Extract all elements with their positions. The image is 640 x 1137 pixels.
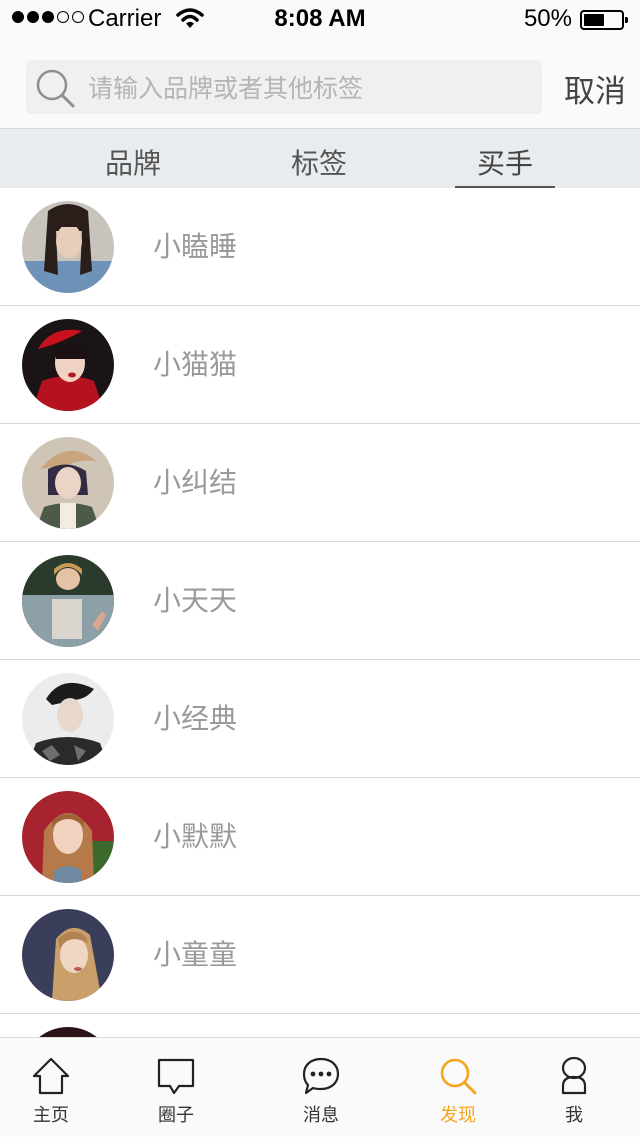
search-box[interactable]	[26, 60, 542, 116]
buyer-list: 小瞌睡 小猫猫 小纠结 小天天 小经典 小默默 小童童	[0, 188, 640, 1037]
list-item[interactable]: 小猫猫	[0, 306, 640, 424]
avatar	[22, 1027, 114, 1037]
avatar	[22, 555, 114, 647]
tab-brand[interactable]: 品牌	[83, 129, 183, 188]
tabbar-me[interactable]: 我	[524, 1038, 624, 1137]
battery-percentage: 50%	[523, 5, 572, 32]
search-input[interactable]	[86, 60, 530, 116]
list-item[interactable]: 小默默	[0, 778, 640, 896]
list-item[interactable]: 小纠结	[0, 424, 640, 542]
avatar	[22, 909, 114, 1001]
buyer-name: 小纠结	[153, 466, 238, 499]
category-tabs: 品牌 标签 买手	[0, 129, 640, 188]
avatar	[22, 673, 114, 765]
tabbar-messages[interactable]: 消息	[271, 1038, 371, 1137]
tabbar-discover[interactable]: 发现	[408, 1038, 508, 1137]
avatar	[22, 791, 114, 883]
avatar	[22, 319, 114, 411]
tabbar-label: 发现	[440, 1105, 476, 1126]
status-bar: Carrier 8:08 AM 50%	[0, 0, 640, 40]
buyer-name: 小默默	[153, 820, 238, 853]
tabbar-label: 主页	[33, 1105, 69, 1126]
search-header: 取消	[0, 40, 640, 129]
avatar	[22, 437, 114, 529]
bottom-tab-bar: 主页 圈子 消息 发现 我	[0, 1037, 640, 1137]
list-item[interactable]: 小童童	[0, 896, 640, 1014]
search-icon	[34, 67, 78, 115]
tabbar-label: 圈子	[158, 1105, 194, 1126]
tab-label: 标签	[290, 147, 347, 180]
tab-buyers[interactable]: 买手	[455, 129, 555, 188]
tab-label: 品牌	[104, 147, 161, 180]
buyer-name: 小经典	[153, 702, 238, 735]
buyer-name: 小猫猫	[153, 348, 238, 381]
buyer-name: 小瞌睡	[153, 230, 238, 263]
battery-icon	[580, 10, 628, 30]
list-item[interactable]: 小经典	[0, 660, 640, 778]
tab-label: 买手	[476, 147, 533, 180]
list-item[interactable]: 小天天	[0, 542, 640, 660]
avatar	[22, 201, 114, 293]
list-item[interactable]: 小瞌睡	[0, 188, 640, 306]
cancel-button[interactable]: 取消	[555, 66, 635, 111]
tabbar-home[interactable]: 主页	[1, 1038, 101, 1137]
tab-tags[interactable]: 标签	[269, 129, 369, 188]
tabbar-circle[interactable]: 圈子	[126, 1038, 226, 1137]
tabbar-label: 我	[565, 1105, 583, 1126]
buyer-name: 小童童	[153, 938, 238, 971]
tabbar-label: 消息	[303, 1105, 339, 1126]
list-item[interactable]	[0, 1014, 640, 1037]
buyer-name: 小天天	[153, 584, 238, 617]
